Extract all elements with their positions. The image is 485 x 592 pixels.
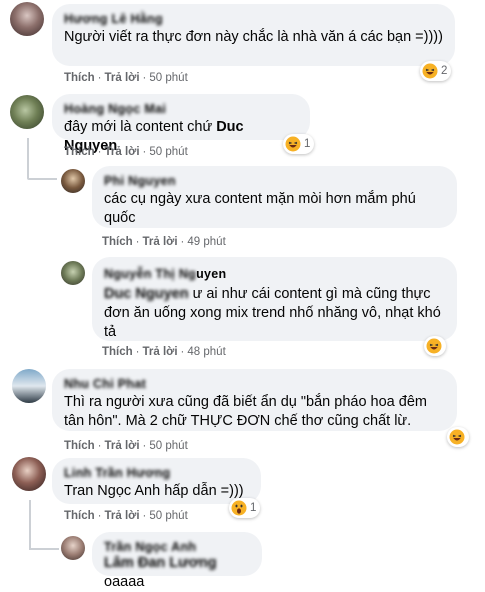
reply-button[interactable]: Trả lời xyxy=(143,236,178,248)
reaction-count: 1 xyxy=(250,502,257,514)
comment-actions: Thích · Trả lời · 50 phút xyxy=(64,510,188,522)
comment-text: oaaaa xyxy=(104,574,145,590)
mention-link[interactable]: Duc Nguyen xyxy=(104,286,189,302)
like-button[interactable]: Thích xyxy=(64,146,95,158)
reaction-count: 2 xyxy=(441,65,448,77)
avatar[interactable] xyxy=(10,95,44,129)
avatar[interactable] xyxy=(12,369,46,403)
like-button[interactable]: Thích xyxy=(64,440,95,452)
thread-line xyxy=(27,138,29,178)
comment-author[interactable]: Nguyễn Thị Ng xyxy=(104,267,196,281)
comment-time[interactable]: 48 phút xyxy=(187,346,225,358)
comment-text: Thì ra người xưa cũng đã biết ẩn dụ "bắn… xyxy=(64,394,427,429)
like-button[interactable]: Thích xyxy=(64,510,95,522)
comment-time[interactable]: 50 phút xyxy=(149,510,187,522)
haha-emoji-icon xyxy=(285,136,301,152)
haha-emoji-icon xyxy=(449,429,465,445)
comment-text: Người viết ra thực đơn này chắc là nhà v… xyxy=(64,29,443,45)
like-button[interactable]: Thích xyxy=(102,346,133,358)
like-button[interactable]: Thích xyxy=(102,236,133,248)
avatar[interactable] xyxy=(10,2,44,36)
comment-author[interactable]: Phi Nguyen xyxy=(104,174,445,188)
haha-emoji-icon xyxy=(422,63,438,79)
thread-line xyxy=(29,500,31,548)
avatar[interactable] xyxy=(61,261,85,285)
reply-button[interactable]: Trả lời xyxy=(143,346,178,358)
avatar[interactable] xyxy=(61,536,85,560)
comment-actions: Thích · Trả lời · 50 phút xyxy=(64,440,188,452)
comment-actions: Thích · Trả lời · 50 phút xyxy=(64,72,188,84)
comment-time[interactable]: 50 phút xyxy=(149,146,187,158)
comment-text: hấp dẫn =))) xyxy=(160,483,244,499)
mention-link[interactable]: Tran Ngọc Anh xyxy=(64,483,160,499)
comment-bubble: Hoàng Ngọc Mai đây mới là content chứ Du… xyxy=(52,94,310,154)
comment-bubble: Trần Ngọc Anh Lâm Đan Lương oaaaa xyxy=(92,532,262,590)
comment-time[interactable]: 50 phút xyxy=(149,72,187,84)
reaction-summary[interactable]: 2 xyxy=(420,61,452,81)
comment-bubble: Linh Trần Hương Tran Ngọc Anh hấp dẫn =)… xyxy=(52,458,261,504)
like-button[interactable]: Thích xyxy=(64,72,95,84)
comment-author[interactable]: Trần Ngọc Anh xyxy=(104,540,250,554)
reaction-summary[interactable] xyxy=(424,336,446,356)
comment-actions: Thích · Trả lời · 49 phút xyxy=(102,236,226,248)
reply-button[interactable]: Trả lời xyxy=(105,72,140,84)
reaction-summary[interactable]: 1 xyxy=(229,498,261,518)
comment-bubble: Nhu Chi Phat Thì ra người xưa cũng đã bi… xyxy=(52,369,457,431)
comment-author[interactable]: Nhu Chi Phat xyxy=(64,377,445,391)
thread-line xyxy=(29,548,59,550)
comment-time[interactable]: 49 phút xyxy=(187,236,225,248)
comment-actions: Thích · Trả lời · 50 phút xyxy=(64,146,188,158)
reaction-summary[interactable]: 1 xyxy=(283,134,315,154)
comment-bubble: Phi Nguyen các cụ ngày xưa content mặn m… xyxy=(92,166,457,228)
reaction-summary[interactable] xyxy=(447,427,469,447)
reply-button[interactable]: Trả lời xyxy=(105,440,140,452)
avatar[interactable] xyxy=(61,169,85,193)
comment-author-suffix[interactable]: uyen xyxy=(196,267,226,281)
thread-line xyxy=(27,178,57,180)
haha-emoji-icon xyxy=(426,338,442,354)
comment-bubble: Hương Lê Hằng Người viết ra thực đơn này… xyxy=(52,4,455,66)
reaction-count: 1 xyxy=(304,138,311,150)
avatar[interactable] xyxy=(12,457,46,491)
wow-emoji-icon xyxy=(231,500,247,516)
comment-time[interactable]: 50 phút xyxy=(149,440,187,452)
comment-author[interactable]: Linh Trần Hương xyxy=(64,466,249,480)
comment-bubble: Nguyễn Thị Nguyen Duc Nguyen ư ai như cá… xyxy=(92,257,457,341)
reply-button[interactable]: Trả lời xyxy=(105,510,140,522)
comment-text: các cụ ngày xưa content mặn mòi hơn mắm … xyxy=(104,191,416,226)
comment-text: đây mới là content chứ xyxy=(64,119,217,135)
mention-link[interactable]: Lâm Đan Lương xyxy=(104,555,217,571)
comment-author[interactable]: Hoàng Ngọc Mai xyxy=(64,102,298,116)
comment-author[interactable]: Hương Lê Hằng xyxy=(64,12,443,26)
comment-actions: Thích · Trả lời · 48 phút xyxy=(102,346,226,358)
reply-button[interactable]: Trả lời xyxy=(105,146,140,158)
